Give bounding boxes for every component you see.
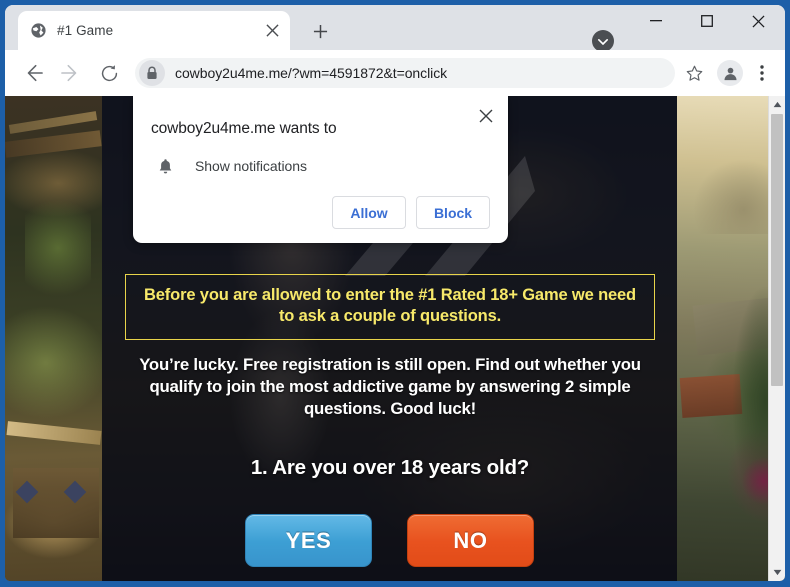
tab-close-icon[interactable] bbox=[262, 21, 282, 41]
forward-button[interactable] bbox=[57, 59, 85, 87]
new-tab-button[interactable] bbox=[307, 18, 333, 44]
browser-toolbar: cowboy2u4me.me/?wm=4591872&t=onclick bbox=[5, 50, 785, 96]
tab-strip: #1 Game bbox=[5, 5, 785, 52]
question-text: 1. Are you over 18 years old? bbox=[250, 456, 530, 479]
window-maximize-button[interactable] bbox=[684, 5, 730, 37]
page-viewport: Before you are allowed to enter the #1 R… bbox=[5, 96, 785, 581]
yes-button[interactable]: YES bbox=[245, 514, 372, 567]
background-left-artwork bbox=[5, 96, 102, 581]
age-warning-text: Before you are allowed to enter the #1 R… bbox=[144, 286, 636, 325]
lock-icon[interactable] bbox=[139, 60, 165, 86]
scroll-up-arrow-icon[interactable] bbox=[769, 96, 785, 113]
address-bar[interactable]: cowboy2u4me.me/?wm=4591872&t=onclick bbox=[135, 58, 675, 88]
browser-chrome: #1 Game cowboy2u4me.me/?wm=4591872&t=onc… bbox=[5, 5, 785, 581]
back-button[interactable] bbox=[19, 59, 47, 87]
scrollbar-thumb[interactable] bbox=[771, 114, 783, 386]
browser-tab[interactable]: #1 Game bbox=[18, 11, 290, 50]
permission-dialog-actions: Allow Block bbox=[151, 196, 490, 229]
block-button[interactable]: Block bbox=[416, 196, 490, 229]
promo-blurb-text: You’re lucky. Free registration is still… bbox=[139, 355, 641, 418]
no-button[interactable]: NO bbox=[407, 514, 534, 567]
browser-window: #1 Game cowboy2u4me.me/?wm=4591872&t=onc… bbox=[0, 0, 790, 587]
star-icon[interactable] bbox=[679, 58, 709, 88]
answer-button-group: YES NO bbox=[102, 514, 677, 567]
close-icon[interactable] bbox=[474, 104, 498, 128]
address-bar-url: cowboy2u4me.me/?wm=4591872&t=onclick bbox=[175, 65, 448, 81]
permission-dialog-title: cowboy2u4me.me wants to bbox=[151, 120, 337, 137]
age-warning-box: Before you are allowed to enter the #1 R… bbox=[125, 274, 655, 340]
permission-row: Show notifications bbox=[155, 156, 490, 176]
window-minimize-button[interactable] bbox=[633, 5, 679, 37]
profile-avatar-button[interactable] bbox=[717, 60, 743, 86]
notification-permission-dialog: cowboy2u4me.me wants to Show notificatio… bbox=[133, 96, 508, 243]
globe-icon bbox=[31, 23, 46, 38]
reload-button[interactable] bbox=[95, 59, 123, 87]
three-dot-menu-icon[interactable] bbox=[749, 58, 775, 88]
window-close-button[interactable] bbox=[735, 5, 781, 37]
bell-icon bbox=[155, 156, 175, 176]
tab-title: #1 Game bbox=[57, 23, 114, 38]
tab-search-button[interactable] bbox=[592, 30, 614, 52]
permission-label: Show notifications bbox=[195, 158, 307, 174]
page-scrollbar[interactable] bbox=[768, 96, 785, 581]
allow-button[interactable]: Allow bbox=[332, 196, 406, 229]
scroll-down-arrow-icon[interactable] bbox=[769, 564, 785, 581]
